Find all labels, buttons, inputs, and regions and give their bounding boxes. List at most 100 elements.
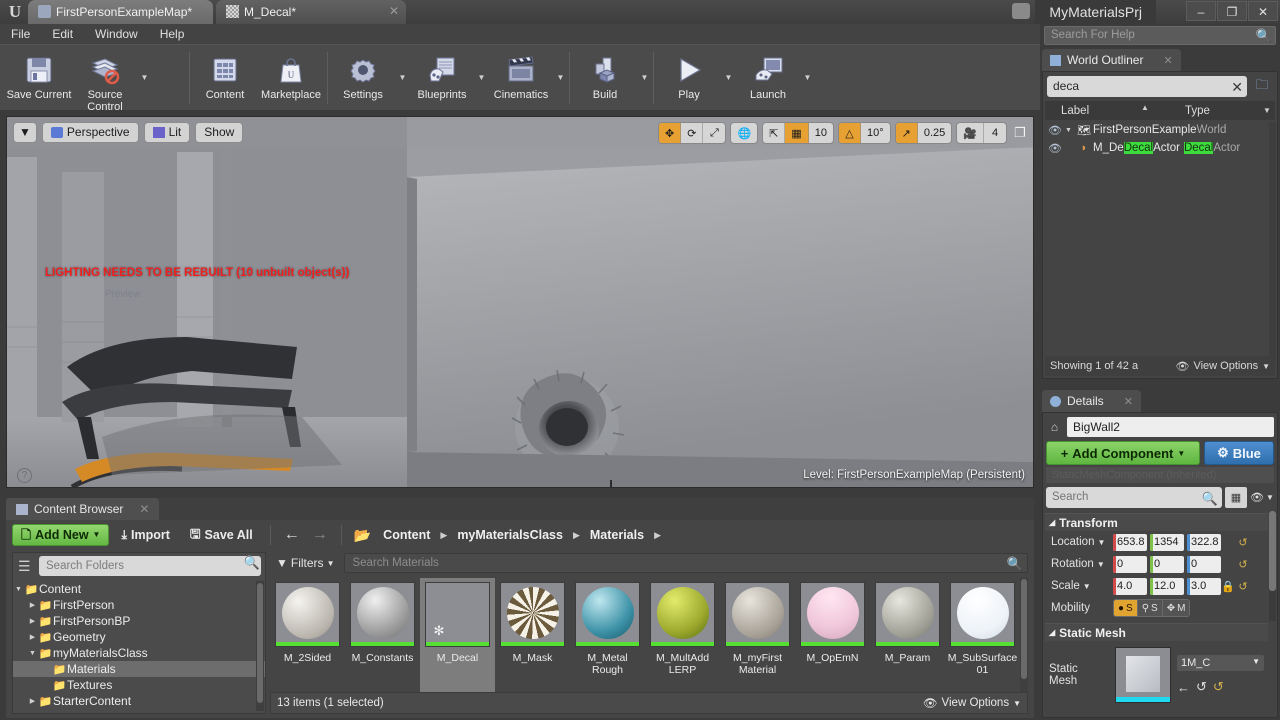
chevron-right-icon[interactable]: ▶	[27, 601, 38, 609]
marketplace-button[interactable]: U Marketplace	[258, 45, 324, 109]
rotation-label[interactable]: Rotation ▼	[1045, 558, 1113, 570]
transform-section-header[interactable]: ◢ Transform	[1045, 513, 1268, 531]
use-selected-asset-icon[interactable]: ↺	[1196, 679, 1207, 695]
close-icon[interactable]: ✕	[1124, 395, 1133, 408]
maximize-viewport-icon[interactable]: ❐	[1011, 124, 1029, 142]
tab-firstpersonexamplemap[interactable]: FirstPersonExampleMap*	[28, 0, 213, 24]
tree-item-materials[interactable]: 📁 Materials	[13, 661, 265, 677]
scrollbar-thumb[interactable]	[1269, 511, 1276, 591]
component-list-row[interactable]: StaticMeshComponent (Inherited)	[1046, 467, 1274, 483]
tree-filter-icon[interactable]: ☰	[18, 558, 31, 575]
launch-dropdown-icon[interactable]: ▼	[801, 45, 814, 109]
location-x-input[interactable]: 653.8	[1113, 533, 1147, 551]
source-control-dropdown-icon[interactable]: ▼	[138, 45, 151, 109]
chevron-right-icon[interactable]: ▶	[27, 633, 38, 641]
close-icon[interactable]: ✕	[139, 498, 149, 520]
folder-tree-scrollbar[interactable]	[256, 581, 264, 711]
save-current-button[interactable]: Save Current	[6, 45, 72, 109]
reset-rotation-icon[interactable]: ↺	[1235, 558, 1251, 571]
menu-file[interactable]: File	[0, 24, 41, 44]
play-button[interactable]: Play	[656, 45, 722, 109]
rotation-x-input[interactable]: 0	[1113, 555, 1147, 573]
close-button[interactable]: ✕	[1248, 1, 1278, 21]
import-button[interactable]: ⤓ Import	[113, 524, 177, 546]
scale-label[interactable]: Scale ▼	[1045, 580, 1113, 592]
chevron-right-icon[interactable]: ▶	[27, 697, 38, 705]
save-all-button[interactable]: 🖫 Save All	[182, 524, 261, 546]
rotate-tool-icon[interactable]: ⟳	[681, 123, 704, 143]
scale-tool-icon[interactable]: ⤢	[703, 123, 725, 143]
chevron-down-icon[interactable]: ▼	[27, 650, 38, 657]
blueprints-button[interactable]: Blueprints	[409, 45, 475, 109]
close-icon[interactable]: ✕	[1163, 54, 1172, 67]
settings-button[interactable]: Settings	[330, 45, 396, 109]
add-new-button[interactable]: 🗋 Add New ▼	[12, 524, 110, 546]
grid-snap-value[interactable]: 10	[809, 123, 833, 143]
outliner-view-options-button[interactable]: 👁 View Options ▼	[1176, 360, 1271, 373]
add-component-button[interactable]: + Add Component ▼	[1046, 441, 1200, 465]
breadcrumb-content[interactable]: Content	[378, 528, 435, 542]
viewport-perspective-button[interactable]: Perspective	[41, 122, 139, 143]
play-dropdown-icon[interactable]: ▼	[722, 45, 735, 109]
scrollbar-thumb[interactable]	[1021, 579, 1027, 679]
static-mesh-asset-picker[interactable]: 1M_C ▼	[1177, 655, 1264, 671]
location-z-input[interactable]: 322.8	[1187, 533, 1221, 551]
location-y-input[interactable]: 1354	[1150, 533, 1184, 551]
chevron-down-icon[interactable]: ▼	[1065, 127, 1075, 134]
outliner-search-input[interactable]: deca ✕	[1047, 76, 1247, 97]
menu-edit[interactable]: Edit	[41, 24, 84, 44]
reset-location-icon[interactable]: ↺	[1235, 536, 1251, 549]
scale-snap-toggle-icon[interactable]: ↗	[895, 123, 918, 143]
reset-scale-icon[interactable]: ↺	[1235, 580, 1251, 593]
settings-dropdown-icon[interactable]: ▼	[396, 45, 409, 109]
clear-icon[interactable]: ✕	[1231, 77, 1243, 98]
angle-snap-value[interactable]: 10°	[861, 123, 890, 143]
build-dropdown-icon[interactable]: ▼	[638, 45, 651, 109]
filters-button[interactable]: ▼ Filters ▼	[270, 553, 340, 573]
build-button[interactable]: Build	[572, 45, 638, 109]
reset-static-mesh-icon[interactable]: ↺	[1213, 679, 1224, 695]
viewport-show-button[interactable]: Show	[195, 122, 244, 143]
maximize-button[interactable]: ❐	[1217, 1, 1247, 21]
source-control-button[interactable]: Source Control	[72, 45, 138, 113]
menu-help[interactable]: Help	[149, 24, 196, 44]
move-tool-icon[interactable]: ✥	[659, 123, 682, 143]
cinematics-dropdown-icon[interactable]: ▼	[554, 45, 567, 109]
level-viewport[interactable]: ▼ Perspective Lit Show ✥ ⟳ ⤢ 🌐 ⇱ ▦ 10 △ …	[6, 116, 1034, 488]
mobility-stationary-option[interactable]: ⚲ S	[1137, 600, 1163, 616]
actor-name-input[interactable]: BigWall2	[1067, 417, 1274, 437]
column-label[interactable]: Label	[1045, 105, 1185, 117]
tree-item-geometry[interactable]: ▶ 📁 Geometry	[13, 629, 265, 645]
camera-speed-value[interactable]: 4	[984, 123, 1006, 143]
close-icon[interactable]: ✕	[387, 4, 401, 18]
asset-search-input[interactable]: Search Materials 🔍	[344, 553, 1028, 573]
blueprint-edit-button[interactable]: ⚙ Blue	[1204, 441, 1274, 465]
details-tab[interactable]: Details ✕	[1042, 390, 1141, 412]
folder-search-input[interactable]: Search Folders	[39, 556, 261, 576]
grid-snap-toggle-icon[interactable]: ▦	[785, 123, 809, 143]
breadcrumb-materials[interactable]: Materials	[585, 528, 649, 542]
browse-to-asset-icon[interactable]: ←	[1177, 680, 1190, 695]
camera-icon[interactable]: 🎥	[957, 123, 984, 143]
lock-ratio-icon[interactable]: 🔒	[1221, 580, 1235, 593]
minimize-button[interactable]: –	[1186, 1, 1216, 21]
outliner-row-decalactor[interactable]: 👁 ◗ M_De Decal Actor Decal Actor	[1045, 139, 1275, 157]
static-mesh-section-header[interactable]: ◢ Static Mesh	[1045, 623, 1268, 641]
scale-x-input[interactable]: 4.0	[1113, 577, 1147, 595]
angle-snap-toggle-icon[interactable]: △	[839, 123, 862, 143]
tree-item-firstperson[interactable]: ▶ 📁 FirstPerson	[13, 597, 265, 613]
scale-snap-value[interactable]: 0.25	[918, 123, 951, 143]
help-icon[interactable]: ?	[17, 468, 32, 483]
content-button[interactable]: Content	[192, 45, 258, 109]
cinematics-button[interactable]: Cinematics	[488, 45, 554, 109]
column-options-icon[interactable]: ▼	[1259, 106, 1275, 115]
chat-bubble-icon[interactable]	[1012, 3, 1030, 19]
details-scrollbar[interactable]	[1269, 511, 1276, 621]
world-outliner-tab[interactable]: World Outliner ✕	[1042, 49, 1181, 71]
rotation-y-input[interactable]: 0	[1150, 555, 1184, 573]
blueprints-dropdown-icon[interactable]: ▼	[475, 45, 488, 109]
mobility-static-option[interactable]: ● S	[1114, 600, 1138, 616]
static-mesh-thumbnail[interactable]	[1115, 647, 1171, 703]
surface-snap-icon[interactable]: ⇱	[763, 123, 786, 143]
menu-window[interactable]: Window	[84, 24, 149, 44]
